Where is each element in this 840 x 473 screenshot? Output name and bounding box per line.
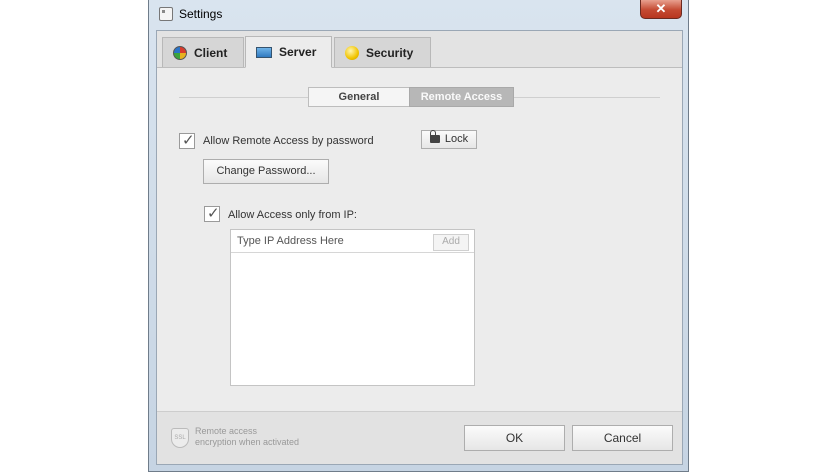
lock-button-label: Lock: [444, 133, 469, 145]
allow-ip-checkbox[interactable]: ✓: [204, 205, 220, 222]
allow-ip-label: Allow Access only from IP:: [228, 209, 357, 221]
lock-icon: [429, 130, 440, 143]
tab-security[interactable]: Security: [334, 37, 431, 67]
security-bulb-icon: [345, 45, 359, 60]
ok-button[interactable]: OK: [464, 425, 565, 451]
title-bar[interactable]: Settings ✕: [149, 0, 688, 30]
allow-password-label: Allow Remote Access by password: [203, 135, 374, 147]
settings-window-icon: [159, 7, 173, 21]
subtab-general[interactable]: General: [308, 87, 410, 107]
tab-security-label: Security: [366, 45, 414, 60]
add-ip-button[interactable]: Add: [433, 234, 469, 251]
tab-server-label: Server: [279, 45, 317, 59]
client-color-wheel-icon: [173, 45, 187, 60]
ssl-shield-icon: SSL: [171, 428, 189, 448]
allow-password-checkbox[interactable]: ✓: [179, 132, 195, 149]
encryption-note-line1: Remote access: [195, 426, 258, 436]
tab-client-label: Client: [194, 45, 228, 60]
encryption-note: Remote access encryption when activated: [195, 426, 299, 448]
window-title: Settings: [179, 7, 223, 21]
tab-client[interactable]: Client: [162, 37, 244, 67]
change-password-button[interactable]: Change Password...: [203, 159, 329, 184]
subtab-remote-access[interactable]: Remote Access: [409, 87, 514, 107]
encryption-note-line2: encryption when activated: [195, 437, 300, 447]
ip-address-list[interactable]: [231, 253, 474, 385]
server-monitor-icon: [256, 46, 272, 58]
lock-button[interactable]: Lock: [421, 130, 477, 149]
tab-strip: Client Server Security: [157, 31, 682, 68]
settings-window: Settings ✕ Client Server Security Genera…: [148, 0, 689, 472]
cancel-button[interactable]: Cancel: [572, 425, 673, 451]
dialog-footer: SSL Remote access encryption when activa…: [157, 411, 682, 464]
checkmark-icon: ✓: [182, 132, 195, 149]
checkmark-icon: ✓: [207, 205, 220, 222]
close-button[interactable]: ✕: [640, 0, 682, 19]
tab-server[interactable]: Server: [245, 36, 332, 68]
client-area: Client Server Security General Remote Ac…: [156, 30, 683, 465]
ip-whitelist-box: Add: [230, 229, 475, 386]
